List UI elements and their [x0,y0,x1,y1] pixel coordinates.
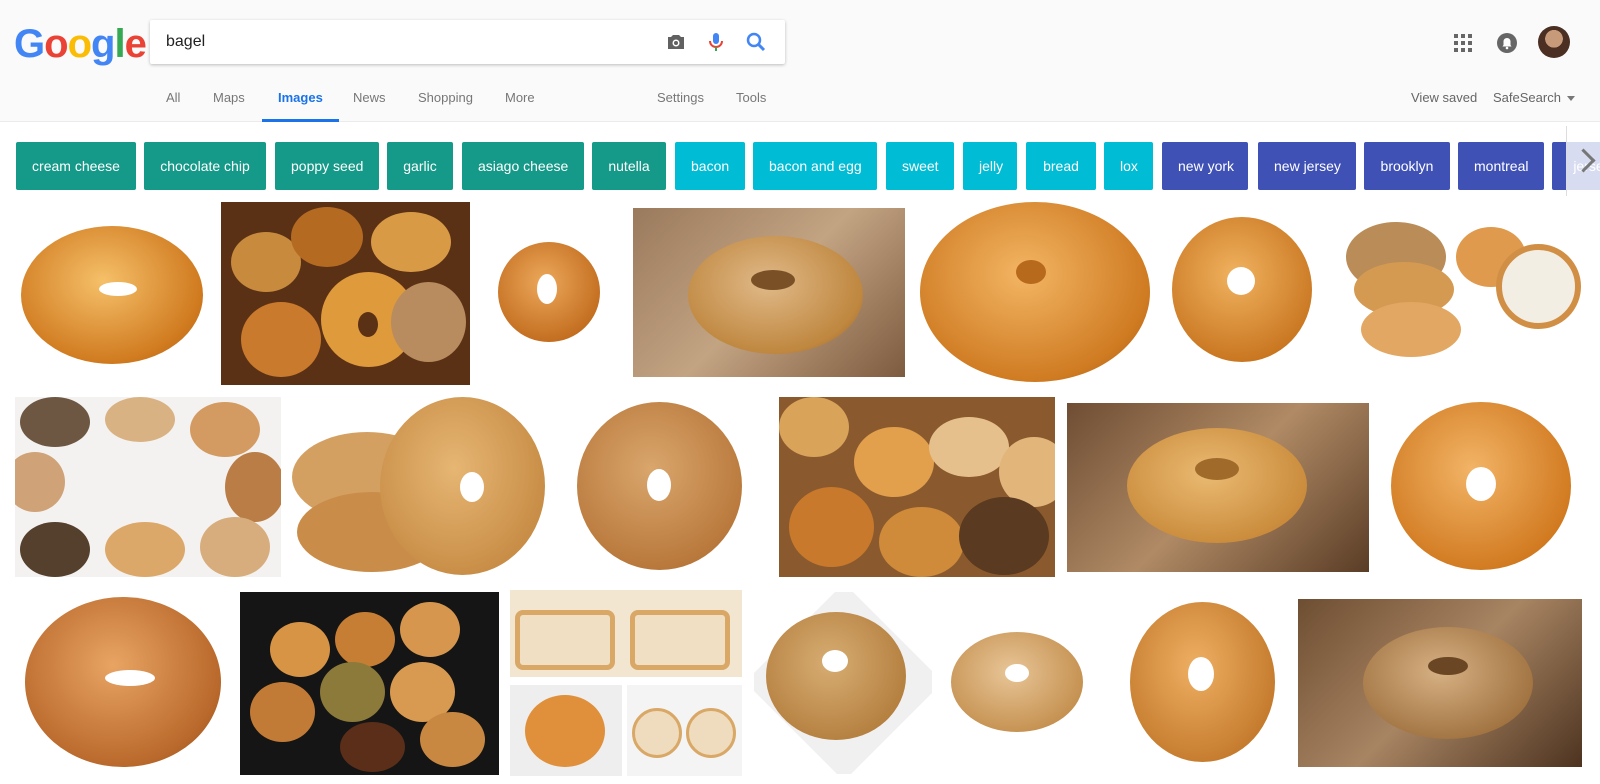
image-result[interactable] [221,202,470,385]
tab-images[interactable]: Images [262,86,339,122]
image-result[interactable] [1336,202,1585,380]
image-result[interactable] [480,202,615,380]
logo-letter: o [67,22,92,66]
chip-sweet[interactable]: sweet [886,142,954,190]
image-result[interactable] [510,590,742,776]
nav-tabs: All Maps Images News Shopping More Setti… [0,86,1600,122]
logo-letter: o [44,22,68,66]
chip-brooklyn[interactable]: brooklyn [1364,142,1450,190]
chip-cream-cheese[interactable]: cream cheese [16,142,136,190]
tab-maps[interactable]: Maps [213,86,245,122]
image-result[interactable] [1118,592,1281,772]
image-result[interactable] [15,397,281,577]
chip-chocolate-chip[interactable]: chocolate chip [144,142,266,190]
tab-news[interactable]: News [353,86,386,122]
chip-new-york[interactable]: new york [1162,142,1248,190]
chip-jelly[interactable]: jelly [963,142,1017,190]
chip-bread[interactable]: bread [1026,142,1096,190]
logo-letter: l [114,22,125,66]
image-result[interactable] [1298,599,1582,767]
apps-grid-icon[interactable] [1454,34,1472,52]
image-result[interactable] [292,397,548,577]
mic-icon[interactable] [704,30,728,54]
image-result[interactable] [943,592,1091,772]
tab-more[interactable]: More [505,86,535,122]
chip-bacon[interactable]: bacon [675,142,745,190]
chip-montreal[interactable]: montreal [1458,142,1544,190]
chip-lox[interactable]: lox [1104,142,1153,190]
logo-letter: g [91,22,115,66]
image-result[interactable] [779,397,1055,577]
camera-icon[interactable] [664,30,688,54]
related-search-chips: cream cheese chocolate chip poppy seed g… [0,142,1600,190]
image-result[interactable] [916,202,1151,383]
chip-asiago-cheese[interactable]: asiago cheese [462,142,584,190]
chip-garlic[interactable]: garlic [387,142,453,190]
image-result[interactable] [1381,397,1583,577]
tab-shopping[interactable]: Shopping [418,86,473,122]
logo-letter: e [124,22,147,66]
view-saved-link[interactable]: View saved [1411,90,1477,105]
image-result[interactable] [1162,202,1320,380]
safesearch-label: SafeSearch [1493,90,1561,105]
tab-all[interactable]: All [166,86,180,122]
image-result[interactable] [1067,403,1369,572]
image-result[interactable] [754,592,932,774]
header: Google All Maps Images News Shopping Mor… [0,0,1600,122]
chevron-down-icon [1566,96,1575,102]
tools-link[interactable]: Tools [736,86,766,122]
search-input[interactable] [166,20,636,64]
google-logo[interactable]: Google [14,22,147,66]
safesearch-toggle[interactable]: SafeSearch [1493,90,1575,105]
logo-letter: G [14,22,45,66]
notifications-icon[interactable] [1497,33,1517,53]
chip-bacon-and-egg[interactable]: bacon and egg [753,142,877,190]
chip-new-jersey[interactable]: new jersey [1258,142,1356,190]
image-result[interactable] [240,592,499,775]
chip-poppy-seed[interactable]: poppy seed [275,142,379,190]
image-result[interactable] [633,208,905,377]
search-icon[interactable] [744,30,768,54]
image-result[interactable] [15,592,230,772]
search-box [150,20,785,64]
image-result[interactable] [15,202,210,380]
settings-link[interactable]: Settings [657,86,704,122]
chips-next-arrow[interactable] [1566,126,1600,196]
chip-nutella[interactable]: nutella [592,142,666,190]
image-result[interactable] [567,397,752,577]
avatar[interactable] [1538,26,1570,58]
